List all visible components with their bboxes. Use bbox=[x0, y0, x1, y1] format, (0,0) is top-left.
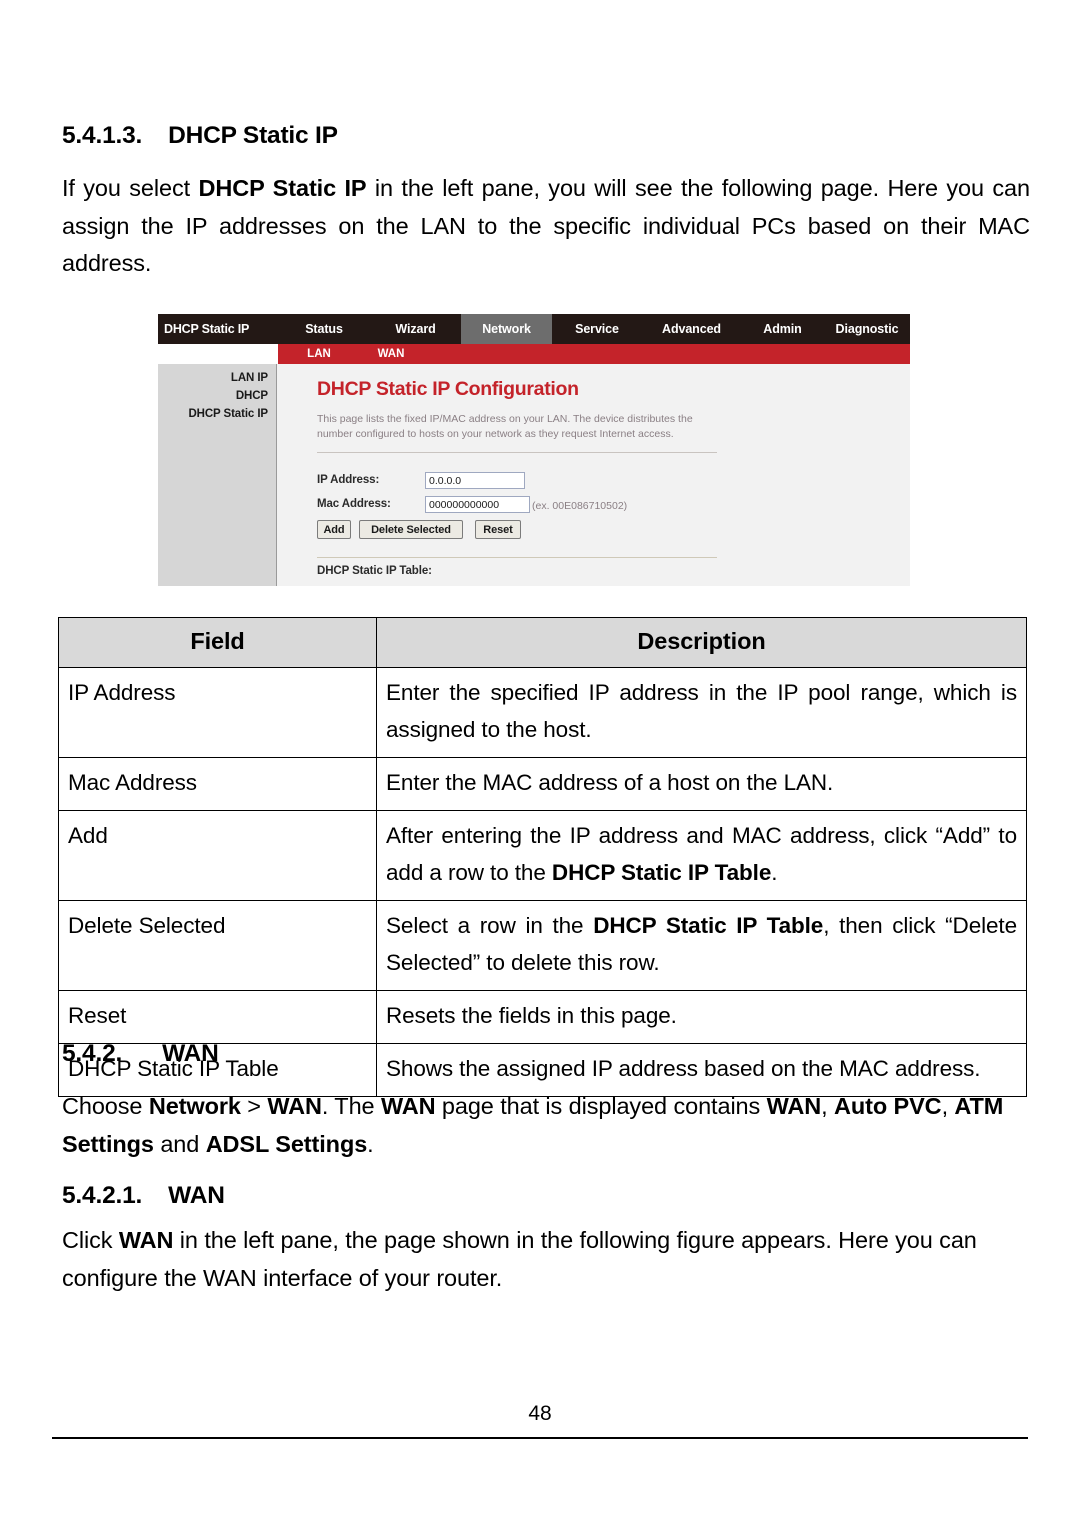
field-name-cell: Delete Selected bbox=[58, 900, 377, 991]
sidebar-item-dhcp[interactable]: DHCP bbox=[160, 390, 268, 402]
mac-address-label: Mac Address: bbox=[317, 498, 391, 510]
tab-advanced[interactable]: Advanced bbox=[642, 314, 741, 344]
table-row: Mac Address Enter the MAC address of a h… bbox=[58, 757, 1027, 811]
page-title: 5.4.1.3. DHCP Static IP bbox=[62, 122, 1030, 150]
mac-address-input[interactable]: 000000000000 bbox=[425, 496, 530, 513]
table-row: Reset Resets the fields in this page. bbox=[58, 990, 1027, 1044]
field-name-cell: Mac Address bbox=[58, 757, 377, 811]
field-description-cell: Enter the MAC address of a host on the L… bbox=[376, 757, 1027, 811]
wan-sub-section-title: WAN bbox=[168, 1182, 225, 1209]
ip-address-row: IP Address: 0.0.0.0 bbox=[317, 472, 717, 492]
delete-selected-button[interactable]: Delete Selected bbox=[359, 520, 463, 539]
tab-status[interactable]: Status bbox=[278, 314, 370, 344]
field-description-cell: Select a row in the DHCP Static IP Table… bbox=[376, 900, 1027, 991]
column-header-description: Description bbox=[376, 617, 1027, 668]
panel-divider-top bbox=[317, 452, 717, 453]
sidebar-item-dhcp-static-ip[interactable]: DHCP Static IP bbox=[160, 408, 268, 420]
router-subtab-bar: LAN WAN bbox=[278, 344, 910, 364]
wan-section-number: 5.4.2. bbox=[62, 1040, 123, 1067]
field-description-table: Field Description IP Address Enter the s… bbox=[58, 617, 1027, 1097]
document-page: 5.4.1.3. DHCP Static IP If you select DHC… bbox=[0, 0, 1080, 1527]
subtab-wan[interactable]: WAN bbox=[360, 344, 422, 364]
tab-diagnostic[interactable]: Diagnostic bbox=[824, 314, 910, 344]
button-row: Add Delete Selected Reset bbox=[317, 520, 717, 539]
router-content-panel: DHCP Static IP Configuration This page l… bbox=[277, 364, 910, 586]
static-ip-table-label: DHCP Static IP Table: bbox=[317, 565, 432, 577]
wan-heading: 5.4.2. WAN bbox=[62, 1040, 1030, 1068]
section-title: DHCP Static IP bbox=[168, 122, 338, 149]
router-tab-bar: Status Wizard Network Service Advanced A… bbox=[278, 314, 910, 344]
field-description-cell: Resets the fields in this page. bbox=[376, 990, 1027, 1044]
subtab-lan[interactable]: LAN bbox=[288, 344, 350, 364]
table-row: IP Address Enter the specified IP addres… bbox=[58, 667, 1027, 758]
field-name-cell: IP Address bbox=[58, 667, 377, 758]
mac-address-row: Mac Address: 000000000000 (ex. 00E086710… bbox=[317, 496, 717, 516]
router-ui-screenshot: DHCP Static IP Status Wizard Network Ser… bbox=[158, 314, 910, 586]
field-description-cell: Enter the specified IP address in the IP… bbox=[376, 667, 1027, 758]
reset-button[interactable]: Reset bbox=[475, 520, 521, 539]
tab-wizard[interactable]: Wizard bbox=[370, 314, 461, 344]
table-header-row: Field Description bbox=[58, 617, 1027, 668]
wan-sub-section-number: 5.4.2.1. bbox=[62, 1182, 143, 1209]
field-description-cell: After entering the IP address and MAC ad… bbox=[376, 810, 1027, 901]
panel-title: DHCP Static IP Configuration bbox=[317, 378, 579, 400]
field-name-cell: Add bbox=[58, 810, 377, 901]
wan-paragraph: Choose Network > WAN. The WAN page that … bbox=[62, 1093, 1004, 1157]
mac-address-hint: (ex. 00E086710502) bbox=[532, 500, 628, 512]
table-row: Add After entering the IP address and MA… bbox=[58, 810, 1027, 901]
panel-divider-bottom bbox=[317, 557, 717, 558]
add-button[interactable]: Add bbox=[317, 520, 351, 539]
field-name-cell: Reset bbox=[58, 990, 377, 1044]
router-sidebar: LAN IP DHCP DHCP Static IP bbox=[158, 364, 277, 586]
section-number: 5.4.1.3. bbox=[62, 122, 143, 149]
section-wan: 5.4.2. WAN Choose Network > WAN. The WAN … bbox=[62, 1040, 1030, 1163]
section-wan-sub: 5.4.2.1. WAN Click WAN in the left pane, … bbox=[62, 1182, 1030, 1297]
router-brand-label: DHCP Static IP bbox=[164, 322, 250, 336]
tab-admin[interactable]: Admin bbox=[741, 314, 824, 344]
column-header-field: Field bbox=[58, 617, 377, 668]
sidebar-item-lan-ip[interactable]: LAN IP bbox=[160, 372, 268, 384]
wan-section-title: WAN bbox=[162, 1040, 219, 1067]
tab-service[interactable]: Service bbox=[552, 314, 642, 344]
section-dhcp-static-ip: 5.4.1.3. DHCP Static IP If you select DHC… bbox=[62, 122, 1030, 283]
intro-paragraph: If you select DHCP Static IP in the left… bbox=[62, 175, 1030, 276]
ip-address-input[interactable]: 0.0.0.0 bbox=[425, 472, 525, 489]
footer-divider bbox=[52, 1437, 1028, 1439]
tab-network[interactable]: Network bbox=[461, 314, 552, 344]
page-number: 48 bbox=[528, 1402, 552, 1425]
panel-description: This page lists the fixed IP/MAC address… bbox=[317, 413, 693, 440]
table-row: Delete Selected Select a row in the DHCP… bbox=[58, 900, 1027, 991]
wan-sub-heading: 5.4.2.1. WAN bbox=[62, 1182, 1030, 1210]
ip-address-label: IP Address: bbox=[317, 474, 380, 486]
wan-sub-paragraph: Click WAN in the left pane, the page sho… bbox=[62, 1227, 977, 1291]
